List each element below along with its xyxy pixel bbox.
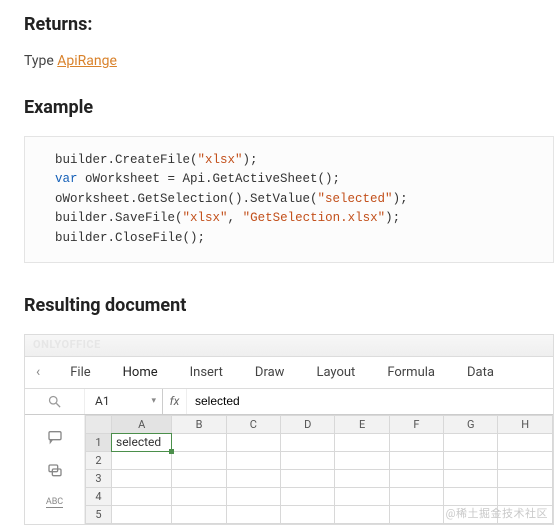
type-line: Type ApiRange <box>24 53 554 69</box>
cell-a1[interactable]: selected <box>112 433 172 451</box>
cell[interactable] <box>281 469 335 487</box>
name-box[interactable]: A1 ▾ <box>85 389 163 414</box>
cell[interactable] <box>281 505 335 523</box>
cell[interactable] <box>172 505 226 523</box>
cell[interactable] <box>444 433 498 451</box>
tab-draw[interactable]: Draw <box>239 365 301 380</box>
cell[interactable] <box>444 469 498 487</box>
cell[interactable] <box>281 433 335 451</box>
cell[interactable] <box>335 469 389 487</box>
row-header[interactable]: 4 <box>86 487 112 505</box>
menu-tabbar: ‹ File Home Insert Draw Layout Formula D… <box>25 357 553 389</box>
cell[interactable] <box>226 505 280 523</box>
col-header[interactable]: H <box>498 415 553 433</box>
chevron-left-icon[interactable]: ‹ <box>30 364 46 380</box>
col-header[interactable]: B <box>172 415 226 433</box>
cell[interactable] <box>389 469 443 487</box>
spreadsheet-app: ONLYOFFICE ‹ File Home Insert Draw Layou… <box>24 334 554 525</box>
abc-icon[interactable]: ABC <box>46 497 63 508</box>
watermark: @稀土掘金技术社区 <box>446 505 548 521</box>
cell[interactable] <box>389 451 443 469</box>
formula-bar: A1 ▾ fx <box>25 389 553 415</box>
example-heading: Example <box>24 97 554 118</box>
returns-heading: Returns: <box>24 14 554 35</box>
chat-icon[interactable] <box>47 463 63 479</box>
table-row: 2 <box>86 451 553 469</box>
cell[interactable] <box>172 451 226 469</box>
table-row: 3 <box>86 469 553 487</box>
resulting-heading: Resulting document <box>24 295 554 316</box>
row-header[interactable]: 2 <box>86 451 112 469</box>
left-toolbar: ABC <box>25 415 85 524</box>
type-prefix: Type <box>24 53 57 69</box>
col-header-row: A B C D E F G H <box>86 415 553 433</box>
code-block: builder.CreateFile("xlsx"); var oWorkshe… <box>24 136 554 263</box>
cell[interactable] <box>172 433 226 451</box>
table-row: 4 <box>86 487 553 505</box>
name-box-value: A1 <box>95 394 110 408</box>
cell[interactable] <box>389 505 443 523</box>
col-header[interactable]: F <box>389 415 443 433</box>
cell[interactable] <box>444 451 498 469</box>
col-header[interactable]: A <box>112 415 172 433</box>
cell[interactable] <box>498 487 553 505</box>
cell[interactable] <box>226 487 280 505</box>
col-header[interactable]: D <box>281 415 335 433</box>
row-header[interactable]: 5 <box>86 505 112 523</box>
tab-data[interactable]: Data <box>451 365 510 380</box>
row-header[interactable]: 3 <box>86 469 112 487</box>
cell[interactable] <box>281 487 335 505</box>
app-logo: ONLYOFFICE <box>33 338 101 351</box>
cell[interactable] <box>498 469 553 487</box>
dropdown-icon: ▾ <box>151 396 156 406</box>
tab-layout[interactable]: Layout <box>300 365 371 380</box>
tab-home[interactable]: Home <box>107 365 174 380</box>
cell[interactable] <box>335 487 389 505</box>
table-row: 1 selected <box>86 433 553 451</box>
row-header[interactable]: 1 <box>86 433 112 451</box>
apirange-link[interactable]: ApiRange <box>57 53 117 69</box>
search-icon <box>47 394 62 409</box>
gutter-search[interactable] <box>25 389 85 414</box>
fx-label: fx <box>163 389 187 414</box>
col-header[interactable]: E <box>335 415 389 433</box>
cell[interactable] <box>498 433 553 451</box>
col-header[interactable]: G <box>444 415 498 433</box>
cell[interactable] <box>389 487 443 505</box>
cell[interactable] <box>112 469 172 487</box>
tab-insert[interactable]: Insert <box>174 365 239 380</box>
cell[interactable] <box>335 505 389 523</box>
cell[interactable] <box>335 451 389 469</box>
cell[interactable] <box>226 469 280 487</box>
cell[interactable] <box>226 433 280 451</box>
cell[interactable] <box>112 487 172 505</box>
tab-formula[interactable]: Formula <box>371 365 451 380</box>
cell[interactable] <box>389 433 443 451</box>
cell[interactable] <box>444 487 498 505</box>
comment-icon[interactable] <box>47 429 63 445</box>
col-header[interactable]: C <box>226 415 280 433</box>
select-all-corner[interactable] <box>86 415 112 433</box>
cell[interactable] <box>226 451 280 469</box>
cell[interactable] <box>112 505 172 523</box>
formula-input[interactable] <box>187 389 553 414</box>
tab-file[interactable]: File <box>54 365 106 380</box>
cell[interactable] <box>281 451 335 469</box>
cell[interactable] <box>172 487 226 505</box>
cell[interactable] <box>335 433 389 451</box>
cell[interactable] <box>498 451 553 469</box>
titlebar: ONLYOFFICE <box>25 335 553 357</box>
cell[interactable] <box>112 451 172 469</box>
cell[interactable] <box>172 469 226 487</box>
